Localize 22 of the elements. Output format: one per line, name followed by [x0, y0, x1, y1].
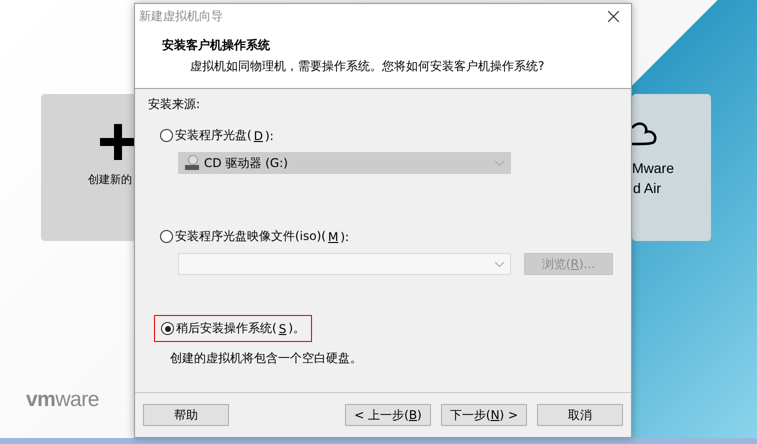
section-label: 安装来源: — [148, 96, 202, 113]
home-tile[interactable]: Mware d Air — [632, 94, 711, 241]
tile-label: Mware — [632, 160, 674, 176]
radio-option[interactable]: 稍后安装操作系统( S )。 — [154, 315, 312, 342]
page-subheading: 虚拟机如同物理机，需要操作系统。您将如何安装客户机操作系统? — [189, 58, 546, 75]
chevron-down-icon — [495, 160, 504, 166]
radio-option[interactable]: 安装程序光盘( D ): — [160, 127, 274, 144]
vmware-logo: vmware — [26, 388, 99, 412]
close-icon — [608, 11, 618, 22]
dialog-button[interactable]: < 上一步(B) — [345, 404, 431, 426]
option-note: 创建的虚拟机将包含一个空白硬盘。 — [169, 350, 363, 367]
drive-icon — [185, 155, 199, 171]
help-button[interactable]: 帮助 — [143, 404, 229, 426]
tile-label: d Air — [632, 180, 662, 196]
chevron-down-icon — [495, 262, 504, 266]
page-heading: 安装客户机操作系统 — [162, 37, 271, 54]
window-title: 新建虚拟机向导 — [139, 8, 223, 25]
dialog-button[interactable]: 下一步(N) > — [441, 404, 527, 426]
dialog-button[interactable]: 取消 — [537, 404, 623, 426]
plus-icon — [100, 124, 136, 160]
tile-label: 创建新的 — [88, 172, 132, 187]
radio-option[interactable]: 安装程序光盘映像文件(iso)( M ): — [160, 228, 350, 245]
